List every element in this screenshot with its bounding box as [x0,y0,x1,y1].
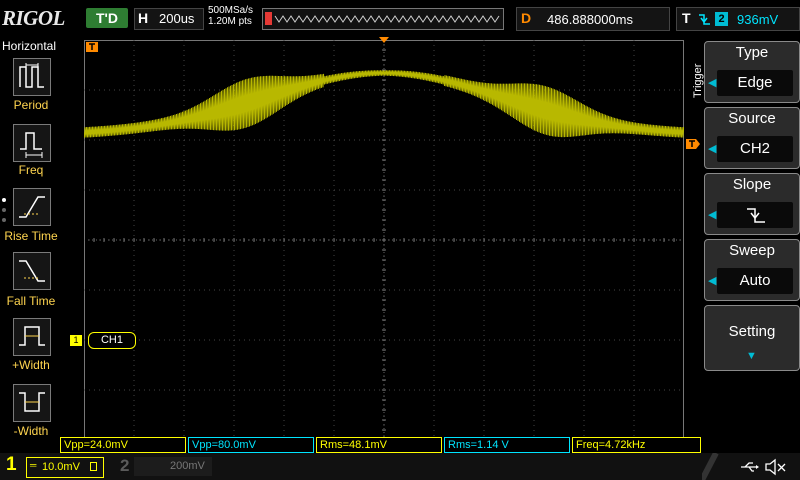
dc-coupling-icon: ═ [30,460,37,470]
page-dot [2,208,6,212]
ch2-scale: 200mV [170,460,205,472]
horizontal-measure-menu: Horizontal Period Freq Rise Time Fall Ti… [0,38,62,440]
memory-overview-wave [274,15,500,23]
trigger-sweep-softkey[interactable]: Sweep Auto ◀ [704,239,800,301]
memory-depth: 1.20M pts [208,16,252,27]
triangle-left-icon: ◀ [708,275,717,287]
period-icon [19,63,44,88]
source-value: CH2 [717,136,793,162]
measurement-results-bar: Vpp=24.0mV Vpp=80.0mV Rms=48.1mV Rms=1.1… [60,437,701,453]
ch2-number[interactable]: 2 [120,456,129,476]
channel-status-bar: 1 ═ 10.0mV 2 200mV [0,453,800,480]
trigger-level-value: 936mV [737,12,779,27]
slope-title: Slope [732,176,772,193]
bandwidth-limit-icon [90,462,97,471]
ch1-offset-marker[interactable]: 1 [70,335,82,346]
trigger-level-marker[interactable] [686,139,700,149]
trigger-key: T [682,10,691,26]
measurement-item[interactable]: Vpp=24.0mV [60,437,186,453]
sweep-value: Auto [717,268,793,294]
sweep-title: Sweep [729,242,775,259]
trigger-type-softkey[interactable]: Type Edge ◀ [704,41,800,103]
triangle-left-icon: ◀ [708,77,717,89]
falling-slope-icon [747,208,765,223]
period-button[interactable] [13,58,51,96]
negative-width-label: -Width [13,424,49,438]
sample-rate: 500MSa/s [208,5,254,16]
source-title: Source [728,110,776,127]
negative-width-button[interactable] [13,384,51,422]
measurement-item[interactable]: Freq=4.72kHz [572,437,701,453]
trigger-menu-label: Trigger [692,63,704,98]
ch1-label: CH1 [88,332,136,349]
freq-label: Freq [18,163,44,177]
delay-indicator[interactable]: D 486.888000ms [516,7,670,31]
measurement-item[interactable]: Vpp=80.0mV [188,437,314,453]
ch2-scale-box[interactable]: 200mV [134,457,212,476]
memory-window-marker [265,12,272,25]
timebase-value: 200us [159,11,195,26]
menu-title: Horizontal [2,39,57,53]
ch1-scale-box[interactable]: ═ 10.0mV [26,457,104,478]
rise-time-button[interactable] [13,188,51,226]
trigger-position-marker [379,37,389,43]
waveform-display[interactable] [84,40,684,440]
trigger-slope-softkey[interactable]: Slope ◀ [704,173,800,235]
memory-position-strip[interactable] [262,8,504,30]
brand-logo: RIGOL [2,6,65,30]
speaker-muted-icon[interactable] [764,458,788,476]
acquisition-info: 500MSa/s 1.20M pts [208,5,253,27]
graticule [84,40,684,440]
triangle-left-icon: ◀ [708,209,717,221]
run-status-badge[interactable]: T'D [86,8,128,28]
rise-time-icon [19,196,45,218]
delay-marker-left [86,42,98,52]
positive-width-icon [19,326,45,346]
fall-time-icon [19,260,45,282]
falling-edge-icon [699,14,710,25]
usb-icon [741,462,759,472]
measurement-item[interactable]: Rms=48.1mV [316,437,442,453]
negative-width-icon [19,392,45,412]
ch1-scale: 10.0mV [42,461,80,473]
positive-width-label: +Width [12,358,50,372]
type-value: Edge [717,70,793,96]
timebase-key: H [138,10,149,26]
delay-value: 486.888000ms [547,12,634,27]
period-label: Period [13,98,49,112]
rise-time-label: Rise Time [4,229,58,243]
freq-button[interactable] [13,124,51,162]
fall-time-label: Fall Time [6,294,56,308]
timebase-indicator[interactable]: H 200us [134,8,204,30]
positive-width-button[interactable] [13,318,51,356]
trigger-source-badge: 2 [715,12,728,26]
page-dot-active [2,198,6,202]
setting-title: Setting [728,323,776,340]
trigger-setting-softkey[interactable]: Setting ▼ [704,305,800,371]
trigger-indicator[interactable]: T 2 936mV [676,7,800,31]
trigger-source-softkey[interactable]: Source CH2 ◀ [704,107,800,169]
page-dot [2,218,6,222]
bottom-bar-divider [702,453,719,480]
fall-time-button[interactable] [13,252,51,290]
slope-value [717,202,793,228]
freq-icon [20,132,43,158]
triangle-left-icon: ◀ [708,143,717,155]
type-title: Type [735,44,769,61]
ch1-number[interactable]: 1 [6,454,17,476]
delay-key: D [521,10,532,26]
triangle-down-icon: ▼ [746,350,757,362]
measurement-item[interactable]: Rms=1.14 V [444,437,570,453]
